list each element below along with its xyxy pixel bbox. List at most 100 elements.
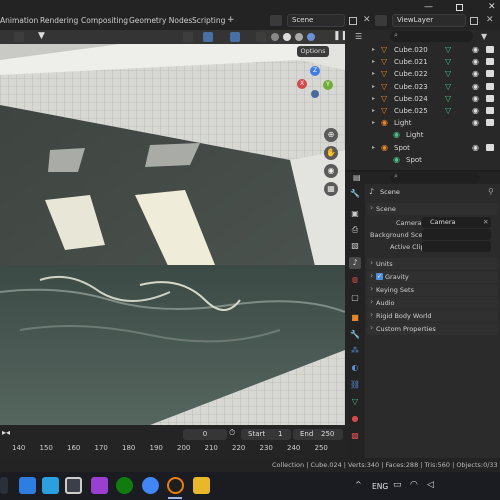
transform-orientation-icon[interactable] — [14, 32, 24, 42]
viewlayer-selector[interactable]: ViewLayer — [392, 14, 466, 27]
tab-compositing[interactable]: Compositing — [81, 16, 128, 25]
playback-controls-icon[interactable]: ▸◂ — [2, 428, 10, 437]
outliner-row[interactable]: ◉ Spot — [345, 154, 500, 166]
keying-sets-panel-header[interactable]: Keying Sets — [367, 283, 498, 296]
active-clip-field[interactable] — [422, 241, 491, 252]
rigid-body-world-panel-header[interactable]: Rigid Body World — [367, 309, 498, 322]
zoom-icon[interactable]: ⊕ — [324, 128, 338, 142]
current-frame-field[interactable]: 0 — [183, 429, 227, 440]
outliner-row[interactable]: ▸ ▽ Cube.025 ▽ ◉ — [345, 105, 500, 117]
rendered-shading-icon[interactable] — [307, 33, 315, 41]
wireframe-shading-icon[interactable] — [271, 33, 279, 41]
close-window-icon[interactable]: ✕ — [488, 2, 496, 12]
view-layer-tab-icon[interactable]: ▧ — [349, 240, 361, 252]
gizmo-neg-z[interactable] — [311, 90, 319, 98]
collection-tab-icon[interactable]: ▢ — [349, 292, 361, 304]
viewlayer-browse-icon[interactable] — [375, 15, 387, 26]
outliner-row[interactable]: ▸ ▽ Cube.021 ▽ ◉ — [345, 56, 500, 68]
gravity-panel-header[interactable]: ✓ Gravity — [367, 270, 498, 283]
pan-hand-icon[interactable]: ✋ — [324, 146, 338, 160]
outliner-row[interactable]: ◉ Light — [345, 129, 500, 141]
particles-tab-icon[interactable]: ⁂ — [349, 345, 361, 357]
add-workspace-button[interactable]: + — [227, 15, 235, 25]
outliner-row[interactable]: ▸ ◉ Light ◉ — [345, 117, 500, 129]
expand-chevron-icon[interactable]: ▸ — [372, 56, 375, 68]
pin-icon[interactable]: ⚲ — [488, 187, 494, 196]
world-tab-icon[interactable]: ◍ — [349, 274, 361, 286]
scene-tab-icon[interactable]: ♪ — [349, 257, 361, 269]
gravity-checkbox[interactable]: ✓ — [376, 273, 383, 280]
render-camera-icon[interactable] — [486, 46, 494, 53]
chrome-icon[interactable] — [142, 477, 159, 494]
close-scene-icon[interactable]: ✕ — [363, 15, 371, 25]
material-tab-icon[interactable]: ● — [349, 413, 361, 425]
grid-view-icon[interactable]: ▦ — [324, 182, 338, 196]
visibility-eye-icon[interactable]: ◉ — [472, 81, 479, 93]
outliner-editor-icon[interactable]: ☰ — [355, 32, 362, 41]
expand-chevron-icon[interactable]: ▸ — [372, 68, 375, 80]
app-purple-icon[interactable] — [91, 477, 108, 494]
expand-chevron-icon[interactable]: ▸ — [372, 81, 375, 93]
expand-chevron-icon[interactable]: ▸ — [372, 93, 375, 105]
copy-viewlayer-icon[interactable] — [470, 17, 478, 25]
clear-camera-icon[interactable]: ✕ — [483, 217, 488, 228]
output-tab-icon[interactable]: ⎙ — [349, 224, 361, 236]
modifier-tab-icon[interactable]: 🔧 — [349, 329, 361, 341]
render-tab-icon[interactable]: ▣ — [349, 208, 361, 220]
outliner-search-input[interactable]: ⌕ — [390, 31, 473, 42]
outliner-row[interactable]: ▸ ◉ Spot ◉ — [345, 142, 500, 154]
video-editor-icon[interactable] — [65, 477, 82, 494]
visibility-eye-icon[interactable]: ◉ — [472, 68, 479, 80]
properties-editor-icon[interactable]: ▤ — [353, 173, 361, 182]
pause-render-icon[interactable]: ❚❚ — [333, 31, 345, 41]
start-frame-field[interactable]: Start 1 — [241, 429, 291, 440]
tool-tab-icon[interactable]: 🔧 — [349, 188, 361, 200]
tab-rendering[interactable]: Rendering — [40, 16, 78, 25]
render-camera-icon[interactable] — [486, 107, 494, 114]
close-viewlayer-icon[interactable]: ✕ — [486, 15, 494, 25]
visibility-eye-icon[interactable]: ◉ — [472, 44, 479, 56]
properties-search-input[interactable]: ⌕ — [390, 172, 480, 183]
language-indicator[interactable]: ENG — [372, 482, 388, 491]
steam-icon[interactable] — [19, 477, 36, 494]
maximize-icon[interactable] — [456, 4, 463, 11]
custom-properties-panel-header[interactable]: Custom Properties — [367, 322, 498, 335]
visibility-eye-icon[interactable]: ◉ — [472, 93, 479, 105]
render-camera-icon[interactable] — [486, 143, 494, 151]
timeline[interactable]: ▸◂ 0 ⏱ Start 1 End 250 140 150 160 170 180 19… — [0, 425, 345, 458]
scene-panel-header[interactable]: Scene — [367, 202, 498, 215]
outliner-row[interactable]: ▸ ▽ Cube.020 ▽ ◉ — [345, 44, 500, 56]
object-tab-icon[interactable]: ■ — [349, 312, 361, 324]
volume-icon[interactable]: ◁ — [427, 480, 434, 490]
constraints-tab-icon[interactable]: ⛓ — [349, 379, 361, 391]
taskbar-app-icon[interactable] — [0, 477, 8, 494]
outliner-row[interactable]: ▸ ▽ Cube.024 ▽ ◉ — [345, 93, 500, 105]
gizmo-z-axis[interactable]: Z — [310, 66, 320, 76]
camera-view-icon[interactable]: ◉ — [324, 164, 338, 178]
gizmo-x-axis[interactable]: X — [297, 79, 307, 89]
xbox-icon[interactable] — [116, 477, 133, 494]
visibility-eye-icon[interactable]: ◉ — [472, 142, 479, 154]
telegram-icon[interactable] — [42, 477, 59, 494]
outliner-row[interactable]: ▸ ▽ Cube.022 ▽ ◉ — [345, 68, 500, 80]
visibility-icon[interactable] — [183, 32, 193, 42]
render-camera-icon[interactable] — [486, 70, 494, 78]
data-tab-icon[interactable]: ▽ — [349, 396, 361, 408]
render-camera-icon[interactable] — [486, 94, 494, 102]
solid-shading-icon[interactable] — [283, 33, 291, 41]
scene-browse-icon[interactable] — [270, 15, 282, 26]
camera-field[interactable]: Camera ✕ — [422, 217, 491, 228]
file-explorer-icon[interactable] — [193, 477, 210, 494]
expand-chevron-icon[interactable]: ▸ — [372, 117, 375, 129]
material-shading-icon[interactable] — [295, 33, 303, 41]
render-camera-icon[interactable] — [486, 58, 494, 66]
scene-selector[interactable]: Scene — [287, 14, 345, 27]
xray-icon[interactable] — [256, 32, 266, 42]
texture-tab-icon[interactable]: ▩ — [349, 430, 361, 442]
render-camera-icon[interactable] — [486, 119, 494, 127]
end-frame-field[interactable]: End 250 — [293, 429, 343, 440]
stopwatch-icon[interactable]: ⏱ — [229, 428, 235, 438]
tab-animation[interactable]: Animation — [0, 16, 38, 25]
outliner-row[interactable]: ▸ ▽ Cube.023 ▽ ◉ — [345, 81, 500, 93]
audio-panel-header[interactable]: Audio — [367, 296, 498, 309]
